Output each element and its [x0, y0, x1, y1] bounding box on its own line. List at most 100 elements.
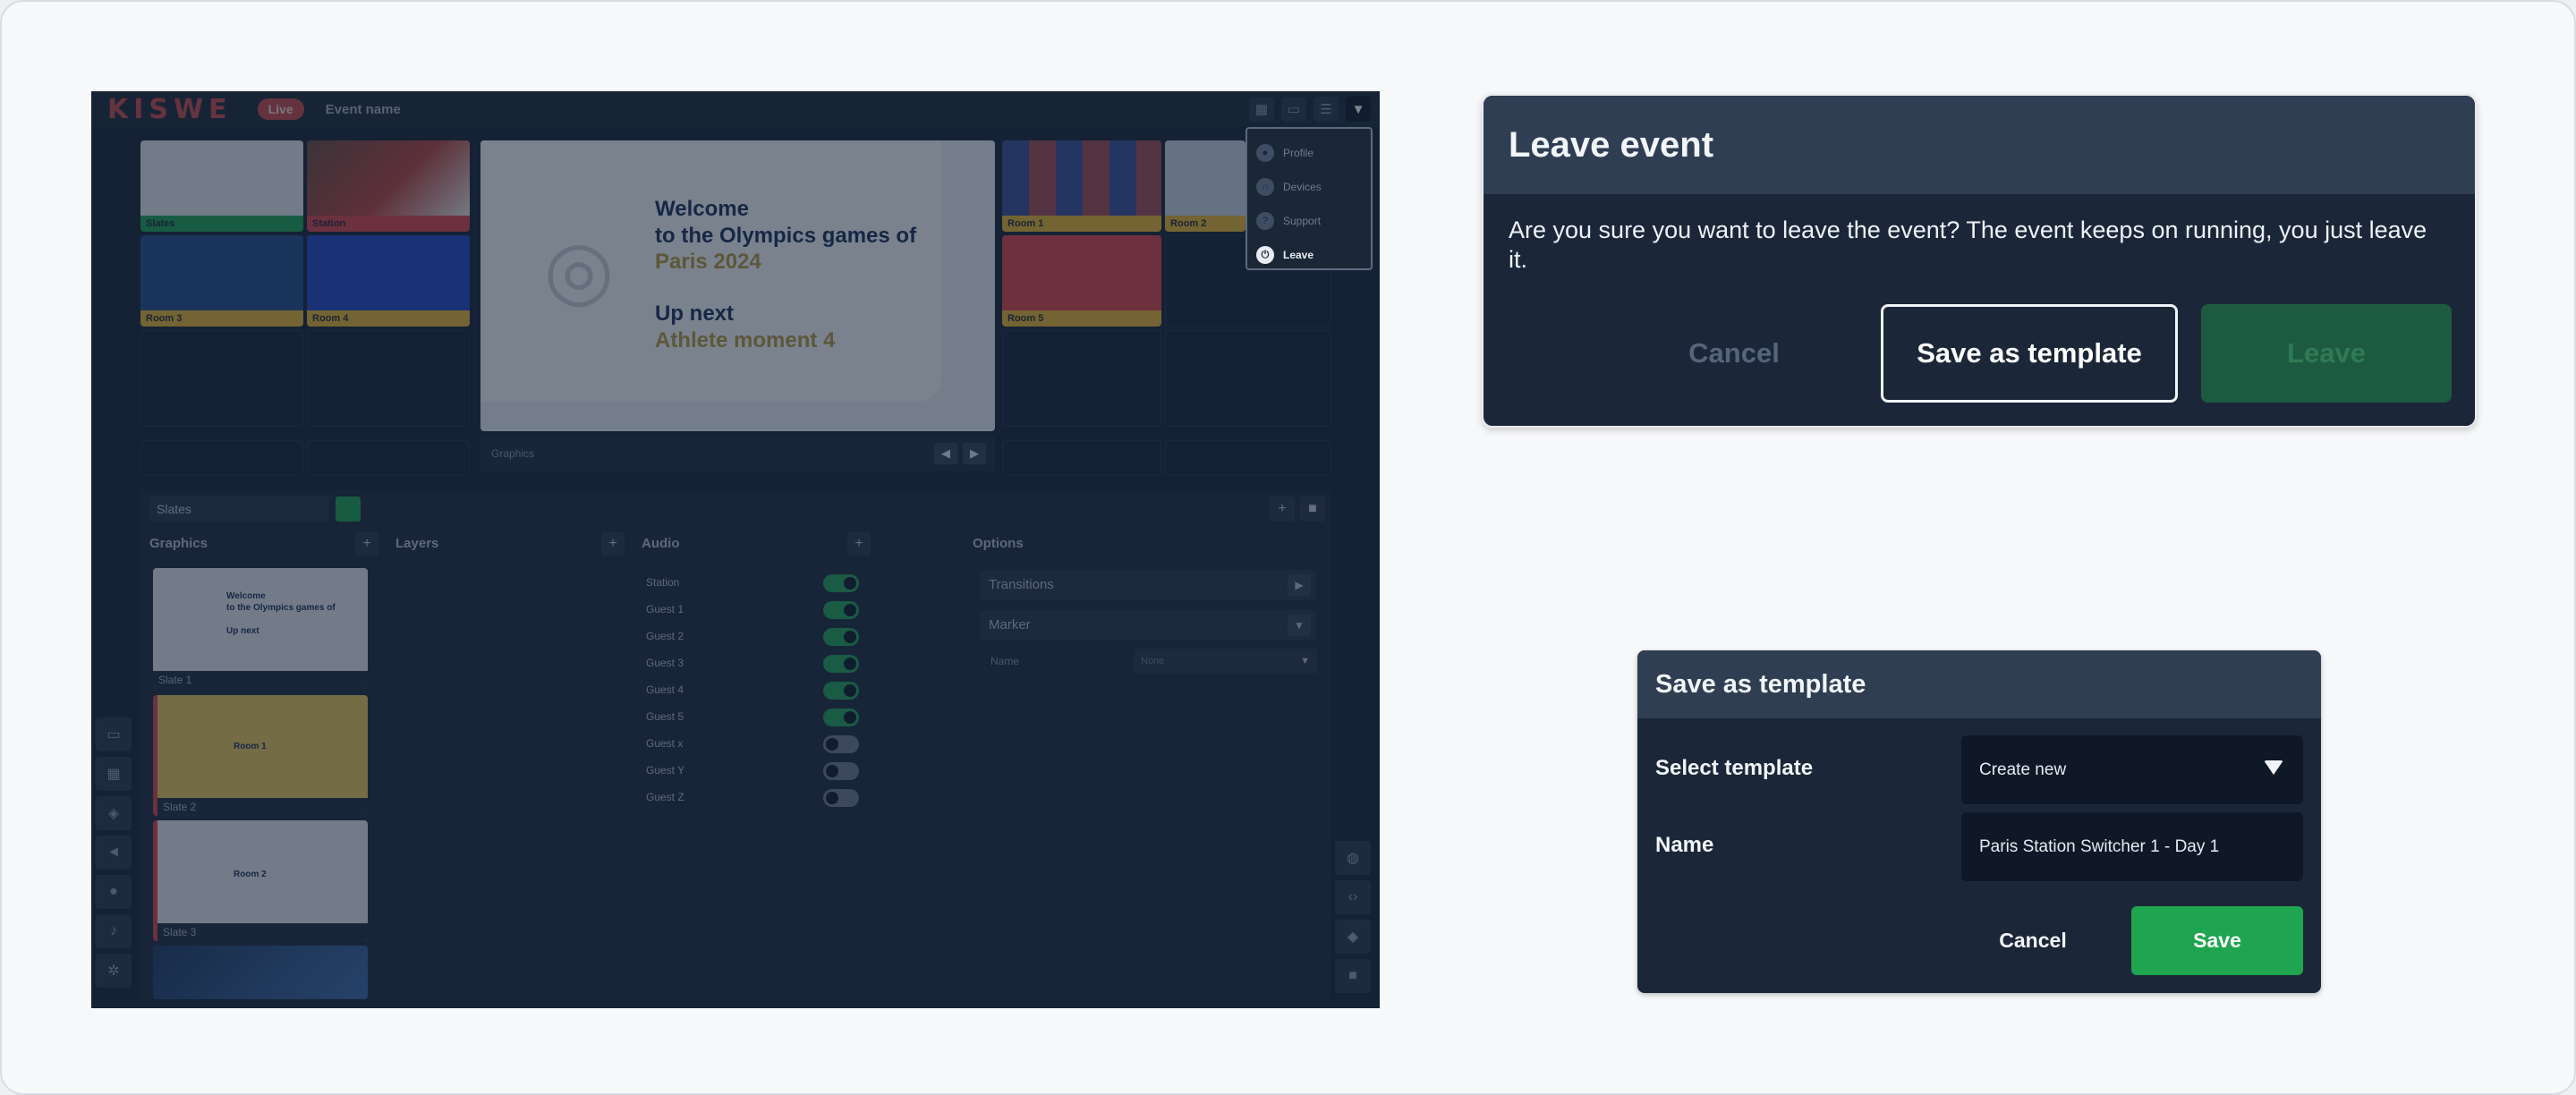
layers-header: Layers [395, 536, 439, 551]
leave-button[interactable]: Leave [2201, 304, 2452, 403]
audio-toggle[interactable] [823, 762, 859, 780]
add-icon[interactable]: + [1270, 497, 1295, 522]
monitor-icon[interactable]: ▭ [1281, 97, 1306, 122]
slate-line: Welcome [226, 591, 266, 601]
power-icon: ⏻ [1256, 246, 1274, 264]
audio-toggle[interactable] [823, 628, 859, 646]
audio-name: Guest 2 [646, 630, 684, 642]
leave-event-dialog: Leave event Are you sure you want to lea… [1482, 94, 2477, 428]
camera-rail-icon[interactable]: ■ [1335, 959, 1371, 993]
slate-label: Slate 3 [157, 923, 368, 941]
audio-name: Guest Y [646, 764, 685, 777]
shield-dropdown-icon[interactable]: ▼ [1346, 97, 1371, 122]
empty-slot[interactable] [307, 330, 470, 427]
person-rail-icon[interactable]: ● [96, 875, 132, 909]
audio-toggle[interactable] [823, 682, 859, 700]
select-template-dropdown[interactable]: Create new [1961, 735, 2303, 804]
empty-slot[interactable] [140, 330, 303, 427]
audio-toggle[interactable] [823, 789, 859, 807]
template-save-button[interactable]: Save [2131, 906, 2303, 975]
marker-row[interactable]: Marker ▼ [980, 610, 1316, 641]
marker-label: Marker [989, 617, 1031, 632]
preview-welcome: Welcome to the Olympics games of [655, 196, 916, 250]
slate-3[interactable]: Room 2 Slate 3 [153, 820, 368, 941]
speaker-rail-icon[interactable]: ◄ [96, 836, 132, 870]
trash-icon[interactable]: ■ [1300, 497, 1325, 522]
source-tile-room-5[interactable]: Room 5 [1002, 235, 1161, 327]
save-as-template-button[interactable]: Save as template [1881, 304, 2178, 403]
headset-icon: ∩ [1256, 178, 1274, 196]
layers-rail-icon[interactable]: ◈ [96, 796, 132, 830]
live-badge: Live [257, 98, 304, 120]
slate-2[interactable]: Room 1 Slate 2 [153, 695, 368, 816]
slate-4[interactable] [153, 946, 368, 999]
gear-rail-icon[interactable]: ✲ [96, 954, 132, 988]
next-icon[interactable]: ▶ [963, 443, 986, 464]
source-tile-room-3[interactable]: Room 3 [140, 235, 303, 327]
menu-item-leave[interactable]: ⏻ Leave [1247, 238, 1371, 272]
list-icon[interactable]: ☰ [1314, 97, 1339, 122]
preview-arrows: ◀ ▶ [934, 443, 986, 464]
menu-item-profile[interactable]: ● Profile [1247, 136, 1371, 170]
audio-row-guest-1: Guest 1 [646, 598, 868, 620]
audio-toggle[interactable] [823, 655, 859, 673]
empty-slot[interactable] [140, 440, 303, 476]
empty-slot[interactable] [1002, 440, 1161, 476]
olympic-rings-icon: ◎ [543, 225, 615, 315]
template-cancel-button[interactable]: Cancel [1961, 906, 2104, 975]
mic-rail-icon[interactable]: ♪ [96, 914, 132, 948]
marker-name-select[interactable]: None ▼ [1134, 649, 1317, 674]
marker-name-value: None [1141, 656, 1165, 666]
audio-toggle[interactable] [823, 574, 859, 592]
menu-item-label: Leave [1283, 249, 1314, 261]
source-tile-room-2[interactable]: Room 2 [1165, 140, 1245, 232]
empty-slot[interactable] [307, 440, 470, 476]
audio-row-guest-z: Guest Z [646, 786, 868, 808]
empty-slot[interactable] [1002, 330, 1161, 427]
slates-name-input[interactable]: Slates [149, 497, 328, 522]
audio-row-guest-4: Guest 4 [646, 679, 868, 700]
audio-row-guest-y: Guest Y [646, 760, 868, 781]
slates-panel: Slates + ■ Graphics + Layers + Audio + O… [140, 489, 1331, 999]
audio-row-station: Station [646, 572, 868, 593]
chat-rail-icon[interactable]: ◍ [1335, 841, 1371, 875]
layout-rail-icon[interactable]: ▦ [96, 757, 132, 791]
leave-cancel-button[interactable]: Cancel [1627, 304, 1841, 403]
prev-icon[interactable]: ◀ [934, 443, 957, 464]
audio-toggle[interactable] [823, 601, 859, 619]
source-label: Slates [140, 216, 303, 232]
audio-name: Guest x [646, 737, 684, 750]
audio-toggle[interactable] [823, 735, 859, 753]
source-tile-room-1[interactable]: Room 1 [1002, 140, 1161, 232]
top-bar: KISWE Live Event name ▦ ▭ ☰ ▼ [91, 91, 1380, 127]
empty-slot[interactable] [1165, 330, 1331, 427]
menu-item-devices[interactable]: ∩ Devices [1247, 170, 1371, 204]
add-layer-button[interactable]: + [601, 532, 625, 556]
source-tile-slates[interactable]: Slates [140, 140, 303, 232]
slate-label: Slate 2 [157, 798, 368, 816]
slate-line: to the Olympics games of [226, 603, 336, 613]
color-swatch[interactable] [336, 497, 361, 522]
menu-item-support[interactable]: ? Support [1247, 204, 1371, 238]
grid-icon[interactable]: ▦ [1249, 97, 1274, 122]
slate-1[interactable]: Welcome to the Olympics games of Up next… [153, 568, 368, 689]
audio-name: Station [646, 576, 680, 589]
tag-rail-icon[interactable]: ◆ [1335, 920, 1371, 954]
source-label: Room 2 [1165, 216, 1245, 232]
user-menu: ● Profile ∩ Devices ? Support ⏻ Leave [1245, 127, 1373, 270]
save-template-dialog: Save as template Select template Create … [1637, 650, 2321, 993]
marker-name-label: Name [990, 655, 1020, 667]
source-tile-station[interactable]: Station [307, 140, 470, 232]
slate-1-text: Welcome to the Olympics games of Up next [226, 590, 336, 637]
audio-name: Guest 3 [646, 657, 684, 669]
audio-toggle[interactable] [823, 709, 859, 726]
add-graphic-button[interactable]: + [355, 532, 378, 556]
code-rail-icon[interactable]: ‹› [1335, 880, 1371, 914]
template-name-input[interactable]: Paris Station Switcher 1 - Day 1 [1961, 812, 2303, 881]
source-tile-room-4[interactable]: Room 4 [307, 235, 470, 327]
slates-rail-icon[interactable]: ▭ [96, 717, 132, 751]
source-label: Room 3 [140, 310, 303, 327]
transitions-row[interactable]: Transitions ▶ [980, 570, 1316, 600]
empty-slot[interactable] [1165, 440, 1331, 476]
preview-next-item: Athlete moment 4 [655, 328, 836, 352]
